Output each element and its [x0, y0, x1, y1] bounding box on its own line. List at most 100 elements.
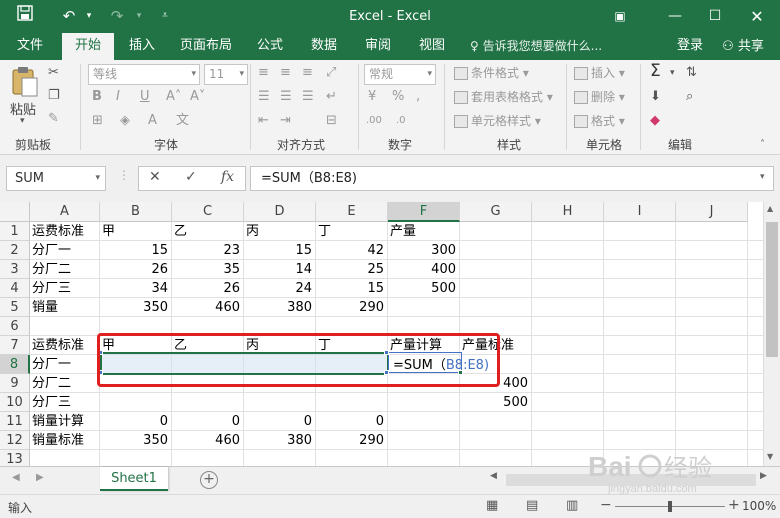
cell-a1[interactable]: 运费标准	[32, 222, 84, 241]
cell-e11[interactable]: 0	[316, 412, 384, 431]
ribbon-display-icon[interactable]: ▣	[600, 0, 640, 33]
cell-f4[interactable]: 500	[388, 279, 456, 298]
row-header-11[interactable]: 11	[0, 412, 30, 431]
fill-color-icon[interactable]: ◈	[120, 112, 130, 130]
row-header-12[interactable]: 12	[0, 431, 30, 450]
wrap-text-icon[interactable]: ↵	[326, 88, 337, 106]
tab-home[interactable]: 开始	[62, 33, 114, 60]
scroll-down-icon[interactable]: ▼	[767, 452, 773, 461]
phonetic-icon[interactable]: 文	[176, 112, 189, 130]
align-center-icon[interactable]: ☰	[280, 88, 292, 106]
conditional-format-button[interactable]: 条件格式 ▾	[454, 64, 529, 82]
row-header-8[interactable]: 8	[0, 355, 30, 374]
zoom-slider-thumb[interactable]	[668, 501, 672, 512]
cell-b4[interactable]: 34	[100, 279, 168, 298]
decrease-indent-icon[interactable]: ⇤	[258, 112, 269, 130]
clear-icon[interactable]: ◆	[650, 112, 660, 130]
tab-view[interactable]: 视图	[410, 33, 454, 60]
column-header-g[interactable]: G	[460, 202, 532, 222]
vertical-scrollbar[interactable]: ▲ ▼	[763, 202, 780, 466]
cell-e3[interactable]: 25	[316, 260, 384, 279]
insert-cells-button[interactable]: 插入 ▾	[574, 64, 625, 82]
minimize-button[interactable]: —	[655, 0, 695, 33]
orientation-icon[interactable]: ⤢	[326, 64, 336, 82]
formula-input[interactable]: =SUM（B8:E8)	[250, 166, 774, 191]
format-cells-button[interactable]: 格式 ▾	[574, 112, 625, 130]
column-header-a[interactable]: A	[30, 202, 100, 222]
underline-icon[interactable]: U	[140, 88, 150, 106]
zoom-level[interactable]: 100%	[742, 499, 776, 513]
horizontal-scrollbar[interactable]	[506, 474, 756, 486]
cut-icon[interactable]: ✂	[48, 64, 59, 82]
cell-b5[interactable]: 350	[100, 298, 168, 317]
cell-a11[interactable]: 销量计算	[32, 412, 84, 431]
column-header-d[interactable]: D	[244, 202, 316, 222]
maximize-button[interactable]: ☐	[695, 0, 735, 33]
row-header-5[interactable]: 5	[0, 298, 30, 317]
font-color-icon[interactable]: A	[148, 112, 157, 130]
collapse-ribbon-icon[interactable]: ˄	[760, 136, 765, 154]
column-header-e[interactable]: E	[316, 202, 388, 222]
resize-handle-icon[interactable]: ⋮	[118, 168, 130, 182]
cell-d1[interactable]: 丙	[246, 222, 259, 241]
delete-cells-button[interactable]: 删除 ▾	[574, 88, 625, 106]
chevron-down-icon[interactable]: ▾	[20, 116, 25, 126]
cell-g10[interactable]: 500	[460, 393, 528, 412]
normal-view-icon[interactable]: ▦	[486, 498, 498, 513]
align-bottom-icon[interactable]: ≡	[302, 64, 313, 82]
cell-styles-button[interactable]: 单元格样式 ▾	[454, 112, 541, 130]
cell-f1[interactable]: 产量	[390, 222, 416, 241]
cell-b1[interactable]: 甲	[102, 222, 115, 241]
cell-d2[interactable]: 15	[244, 241, 312, 260]
worksheet-grid[interactable]: A B C D E F G H I J 1 2 3 4 5 6 7 8 9 10 11 12 13 运费标准甲乙丙丁产量 分厂…	[0, 202, 763, 466]
row-header-3[interactable]: 3	[0, 260, 30, 279]
insert-function-icon[interactable]: fx	[221, 169, 234, 185]
cell-c12[interactable]: 460	[172, 431, 240, 450]
row-header-13[interactable]: 13	[0, 450, 30, 466]
align-top-icon[interactable]: ≡	[258, 64, 269, 82]
format-painter-icon[interactable]: ✎	[48, 110, 59, 128]
select-all-corner[interactable]	[0, 202, 30, 222]
cell-e12[interactable]: 290	[316, 431, 384, 450]
comma-style-icon[interactable]: ,	[416, 88, 420, 106]
tab-page-layout[interactable]: 页面布局	[174, 33, 238, 60]
tab-insert[interactable]: 插入	[120, 33, 164, 60]
cell-c3[interactable]: 35	[172, 260, 240, 279]
page-break-view-icon[interactable]: ▥	[566, 498, 578, 513]
cell-a10[interactable]: 分厂三	[32, 393, 71, 412]
cell-a4[interactable]: 分厂三	[32, 279, 71, 298]
row-header-10[interactable]: 10	[0, 393, 30, 412]
increase-indent-icon[interactable]: ⇥	[280, 112, 291, 130]
cell-c1[interactable]: 乙	[174, 222, 187, 241]
cell-f2[interactable]: 300	[388, 241, 456, 260]
italic-icon[interactable]: I	[116, 88, 120, 106]
find-select-icon[interactable]: ⌕	[686, 88, 693, 106]
cell-d4[interactable]: 24	[244, 279, 312, 298]
cell-b11[interactable]: 0	[100, 412, 168, 431]
align-left-icon[interactable]: ☰	[258, 88, 270, 106]
cell-e5[interactable]: 290	[316, 298, 384, 317]
cell-e2[interactable]: 42	[316, 241, 384, 260]
sheet-tab-sheet1[interactable]: Sheet1	[100, 467, 168, 491]
merge-center-icon[interactable]: ⊟	[326, 112, 337, 130]
cell-d3[interactable]: 14	[244, 260, 312, 279]
cell-b12[interactable]: 350	[100, 431, 168, 450]
cell-a9[interactable]: 分厂二	[32, 374, 71, 393]
tab-file[interactable]: 文件	[8, 33, 52, 60]
cell-b2[interactable]: 15	[100, 241, 168, 260]
font-name-field[interactable]: 等线 ▾	[88, 64, 200, 85]
tab-formulas[interactable]: 公式	[250, 33, 290, 60]
close-button[interactable]: ✕	[737, 0, 777, 33]
cell-c2[interactable]: 23	[172, 241, 240, 260]
chevron-down-icon[interactable]: ▾	[670, 64, 675, 82]
scroll-next-sheet-icon[interactable]: ▶	[36, 472, 44, 483]
cell-d11[interactable]: 0	[244, 412, 312, 431]
row-header-9[interactable]: 9	[0, 374, 30, 393]
column-header-h[interactable]: H	[532, 202, 604, 222]
cancel-icon[interactable]: ✕	[149, 169, 161, 185]
font-shrink-icon[interactable]: A˅	[190, 88, 205, 106]
column-header-c[interactable]: C	[172, 202, 244, 222]
increase-decimal-icon[interactable]: .00	[366, 112, 382, 130]
align-right-icon[interactable]: ☰	[302, 88, 314, 106]
cell-a8[interactable]: 分厂一	[32, 355, 71, 374]
